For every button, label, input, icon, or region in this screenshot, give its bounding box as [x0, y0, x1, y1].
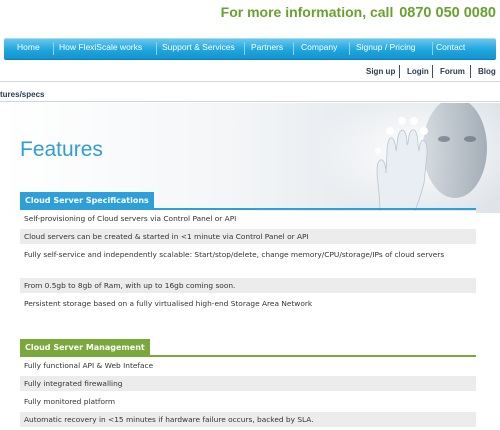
section-heading-specifications: Cloud Server Specifications	[20, 192, 154, 209]
divider	[0, 81, 500, 82]
utility-links: Sign up Login Forum Blog	[0, 64, 500, 80]
feature-text: Fully functional API & Web Inteface	[24, 361, 154, 370]
nav-separator	[432, 42, 433, 55]
feature-row: Fully integrated firewalling	[20, 376, 476, 392]
feature-text: Automatic recovery in <15 minutes if har…	[24, 415, 314, 424]
page-title: Features	[20, 138, 103, 161]
feature-text: Fully self-service and independently sca…	[24, 250, 445, 259]
feature-row: Fully functional API & Web Inteface	[20, 358, 476, 374]
feature-row: From 0.5gb to 8gb of Ram, with up to 16g…	[20, 278, 476, 294]
feature-text: From 0.5gb to 8gb of Ram, with up to 16g…	[24, 281, 236, 290]
signup-link[interactable]: Sign up	[366, 67, 395, 76]
nav-item-support-services[interactable]: Support & Services	[162, 42, 235, 52]
contact-prefix: For more information, call	[220, 4, 394, 20]
utility-separator	[399, 65, 400, 78]
feature-row: Cloud servers can be created & started i…	[20, 229, 476, 245]
nav-item-partners[interactable]: Partners	[251, 42, 283, 52]
feature-text: Fully monitored platform	[24, 397, 116, 406]
section-heading-management: Cloud Server Management	[20, 339, 150, 356]
feature-row: Fully self-service and independently sca…	[20, 247, 476, 278]
feature-text: Self-provisioning of Cloud servers via C…	[24, 214, 237, 223]
utility-separator	[432, 65, 433, 78]
hand-touch-image	[320, 103, 500, 213]
nav-item-contact[interactable]: Contact	[436, 42, 465, 52]
feature-text: Fully integrated firewalling	[24, 379, 123, 388]
forum-link[interactable]: Forum	[440, 67, 465, 76]
section-underline	[20, 208, 476, 210]
nav-separator	[156, 42, 157, 55]
contact-info: For more information, call 0870 050 0080	[221, 4, 496, 21]
phone-number[interactable]: 0870 050 0080	[399, 5, 496, 21]
nav-separator	[293, 42, 294, 55]
divider	[0, 101, 500, 102]
nav-separator	[53, 42, 54, 55]
nav-item-home[interactable]: Home	[17, 42, 40, 52]
feature-text: Cloud servers can be created & started i…	[24, 232, 309, 241]
nav-item-how-flexiscale-works[interactable]: How FlexiScale works	[59, 42, 142, 52]
section-underline	[20, 355, 476, 357]
nav-separator	[349, 42, 350, 55]
feature-row: Self-provisioning of Cloud servers via C…	[20, 211, 476, 227]
top-bar: For more information, call 0870 050 0080	[0, 0, 500, 32]
nav-item-company[interactable]: Company	[301, 42, 337, 52]
nav-separator	[244, 42, 245, 55]
feature-text: Persistent storage based on a fully virt…	[24, 299, 313, 308]
blog-link[interactable]: Blog	[478, 67, 496, 76]
feature-row: Fully monitored platform	[20, 394, 476, 410]
feature-row: Persistent storage based on a fully virt…	[20, 296, 476, 312]
login-link[interactable]: Login	[407, 67, 429, 76]
nav-item-signup-pricing[interactable]: Signup / Pricing	[356, 42, 416, 52]
feature-row: Automatic recovery in <15 minutes if har…	[20, 412, 476, 428]
utility-separator	[470, 65, 471, 78]
breadcrumb: tures/specs	[0, 90, 45, 99]
main-navigation: Home How FlexiScale works Support & Serv…	[4, 38, 496, 60]
